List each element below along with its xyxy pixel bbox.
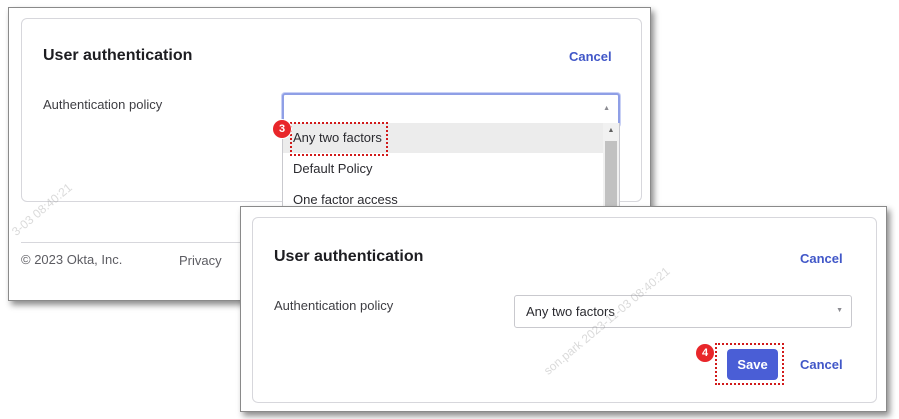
cancel-link[interactable]: Cancel <box>569 49 612 64</box>
card-title: User authentication <box>274 248 424 265</box>
step-3-highlight <box>290 122 388 156</box>
front-panel: User authentication Cancel Authenticatio… <box>240 206 887 412</box>
scroll-up-arrow-icon[interactable]: ▲ <box>603 127 619 134</box>
step-4-badge: 4 <box>696 344 714 362</box>
cancel-button[interactable]: Cancel <box>800 357 843 372</box>
authentication-policy-select[interactable]: Any two factors ▼ <box>514 295 852 328</box>
cancel-link-top[interactable]: Cancel <box>800 251 843 266</box>
dropdown-option-default-policy[interactable]: Default Policy <box>283 154 603 184</box>
authentication-policy-label: Authentication policy <box>43 97 163 112</box>
step-3-badge: 3 <box>273 120 291 138</box>
footer-copyright: © 2023 Okta, Inc. <box>21 252 123 267</box>
dropdown-scrollbar[interactable]: ▲ <box>603 123 619 209</box>
chevron-down-icon: ▼ <box>836 307 843 314</box>
chevron-up-icon: ▲ <box>603 105 610 112</box>
card-title: User authentication <box>43 47 193 64</box>
footer-privacy-link[interactable]: Privacy <box>179 253 222 268</box>
step-4-highlight <box>715 343 784 385</box>
scrollbar-thumb[interactable] <box>605 141 617 209</box>
authentication-policy-label: Authentication policy <box>274 298 394 313</box>
